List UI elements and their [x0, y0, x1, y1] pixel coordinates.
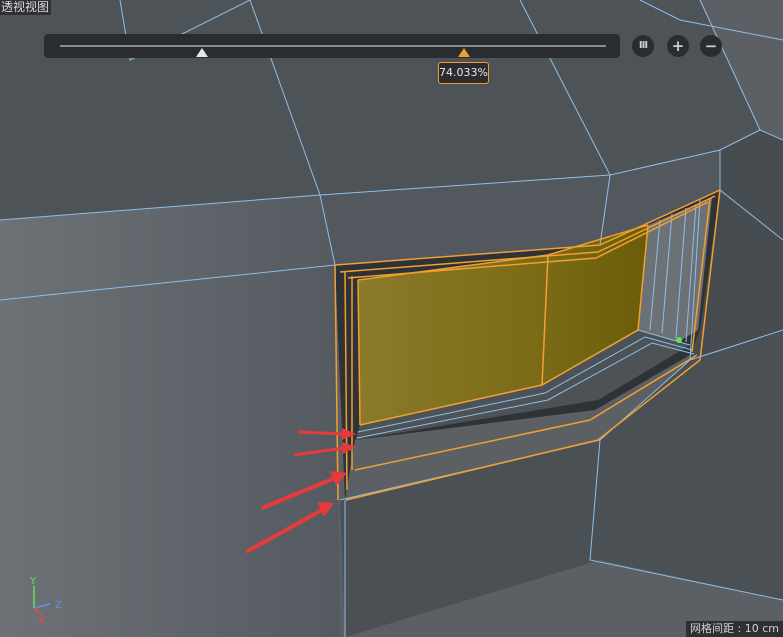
perspective-viewport[interactable]: Y Z X 透视视图 74.033% III + − 网格间距 : 10 cm: [0, 0, 783, 637]
offset-slider[interactable]: [44, 34, 620, 58]
axis-y-label: Y: [29, 576, 37, 587]
slider-value-tooltip: 74.033%: [438, 62, 489, 84]
slider-handle-value[interactable]: [458, 48, 470, 57]
minus-button[interactable]: −: [700, 35, 722, 57]
mesh-scene[interactable]: Y Z X: [0, 0, 783, 637]
slider-track[interactable]: [60, 45, 606, 47]
pause-button[interactable]: III: [632, 35, 654, 57]
face-front-left: [0, 195, 340, 637]
slider-handle-start[interactable]: [196, 48, 208, 57]
grid-spacing-label: 网格间距 : 10 cm: [686, 621, 783, 637]
selected-vertex[interactable]: [676, 337, 682, 343]
viewport-title: 透视视图: [0, 0, 52, 15]
plus-button[interactable]: +: [667, 35, 689, 57]
axis-z-label: Z: [55, 600, 62, 611]
axis-x-label: X: [38, 616, 45, 627]
